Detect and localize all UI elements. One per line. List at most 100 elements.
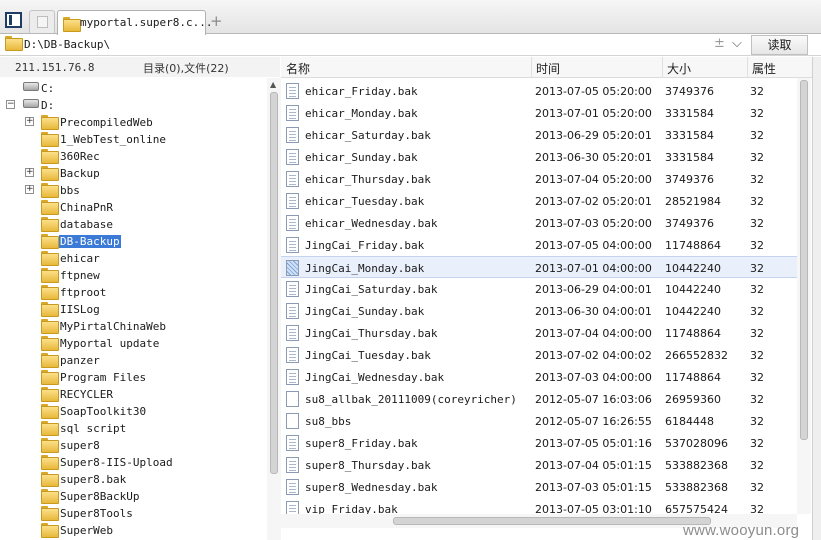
file-list-vscrollbar[interactable] — [797, 78, 811, 514]
tree-label: DB-Backup — [59, 235, 121, 248]
column-attr[interactable]: 属性 — [752, 60, 776, 77]
tree-folder[interactable]: super8.bak — [0, 471, 260, 488]
collapse-icon[interactable]: − — [6, 100, 15, 109]
file-row[interactable]: JingCai_Thursday.bak 2013-07-04 04:00:00 1… — [281, 322, 797, 344]
tree-folder[interactable]: super8 — [0, 437, 260, 454]
panel-toggle-icon[interactable] — [5, 12, 22, 28]
tree-folder[interactable]: Super8BackUp — [0, 488, 260, 505]
tab-active[interactable]: myportal.super8.c... — [57, 10, 212, 35]
tree-label: sql script — [60, 422, 127, 435]
file-size: 11748864 — [665, 239, 721, 252]
file-row[interactable]: JingCai_Friday.bak 2013-07-05 04:00:00 117… — [281, 234, 797, 256]
tree-folder[interactable]: Program Files — [0, 369, 260, 386]
scroll-thumb[interactable] — [393, 517, 711, 525]
tree-folder[interactable]: 1_WebTest_online — [0, 131, 260, 148]
tree-folder[interactable]: database — [0, 216, 260, 233]
column-divider[interactable] — [662, 57, 663, 78]
tab-blank[interactable] — [29, 10, 55, 33]
file-row[interactable]: ehicar_Wednesday.bak 2013-07-03 05:20:00 3… — [281, 212, 797, 234]
tree-label: Super8Tools — [60, 507, 133, 520]
folder-icon — [41, 455, 59, 470]
tree-scrollbar[interactable]: ▲ — [267, 78, 281, 540]
column-size[interactable]: 大小 — [667, 60, 691, 77]
file-row[interactable]: ehicar_Saturday.bak 2013-06-29 05:20:01 33… — [281, 124, 797, 146]
file-row[interactable]: super8_Friday.bak 2013-07-05 05:01:16 5370… — [281, 432, 797, 454]
tree-folder[interactable]: Super8Tools — [0, 505, 260, 522]
column-name[interactable]: 名称 — [286, 60, 310, 77]
file-attr: 32 — [750, 393, 764, 406]
tree-label: Backup — [60, 167, 100, 180]
path-input[interactable]: D:\DB-Backup\ — [24, 38, 110, 51]
file-attr: 32 — [750, 217, 764, 230]
plus-minus-icon[interactable]: ± — [714, 36, 725, 51]
scroll-thumb[interactable] — [270, 92, 278, 474]
tree-folder[interactable]: Super8-IIS-Upload — [0, 454, 260, 471]
tree-folder[interactable]: panzer — [0, 352, 260, 369]
file-time: 2012-05-07 16:03:06 — [535, 393, 652, 406]
file-attr: 32 — [750, 349, 764, 362]
expand-icon[interactable]: + — [25, 168, 34, 177]
tree-folder[interactable]: SoapToolkit30 — [0, 403, 260, 420]
column-divider[interactable] — [531, 57, 532, 78]
tree-folder[interactable]: ehicar — [0, 250, 260, 267]
file-row[interactable]: vip_Friday.bak 2013-07-05 03:01:10 6575754… — [281, 498, 797, 514]
tree-folder[interactable]: IISLog — [0, 301, 260, 318]
file-row[interactable]: ehicar_Friday.bak 2013-07-05 05:20:00 3749… — [281, 80, 797, 102]
tree-folder[interactable]: + PrecompiledWeb — [0, 114, 260, 131]
expand-icon[interactable]: + — [25, 117, 34, 126]
file-time: 2013-06-29 05:20:01 — [535, 129, 652, 142]
tree-folder[interactable]: Myportal update — [0, 335, 260, 352]
expand-icon[interactable]: + — [25, 185, 34, 194]
tree-drive-d[interactable]: − D: — [0, 97, 260, 114]
file-attr: 32 — [750, 107, 764, 120]
file-row[interactable]: ehicar_Thursday.bak 2013-07-04 05:20:00 37… — [281, 168, 797, 190]
scroll-thumb[interactable] — [800, 80, 808, 440]
tree-folder[interactable]: DB-Backup — [0, 233, 260, 250]
tree-folder[interactable]: + bbs — [0, 182, 260, 199]
tree-label: ftproot — [60, 286, 107, 299]
tree-label: PrecompiledWeb — [60, 116, 153, 129]
column-divider[interactable] — [747, 57, 748, 78]
file-attr: 32 — [750, 239, 764, 252]
file-row[interactable]: su8_allbak_20111009(coreyricher) 2012-05-… — [281, 388, 797, 410]
file-row[interactable]: JingCai_Tuesday.bak 2013-07-02 04:00:02 26… — [281, 344, 797, 366]
file-row[interactable]: JingCai_Sunday.bak 2013-06-30 04:00:01 104… — [281, 300, 797, 322]
file-row[interactable]: super8_Wednesday.bak 2013-07-03 05:01:15 5… — [281, 476, 797, 498]
file-time: 2013-07-03 04:00:00 — [535, 371, 652, 384]
file-attr: 32 — [750, 503, 764, 514]
folder-icon — [41, 387, 59, 402]
file-row[interactable]: su8_bbs 2012-05-07 16:26:55 6184448 32 — [281, 410, 797, 432]
tree-folder[interactable]: ftpnew — [0, 267, 260, 284]
file-row[interactable]: JingCai_Saturday.bak 2013-06-29 04:00:01 1… — [281, 278, 797, 300]
chevron-down-icon[interactable]: ⌵ — [732, 36, 742, 51]
file-attr: 32 — [750, 151, 764, 164]
file-size: 3331584 — [665, 151, 714, 164]
file-row[interactable]: JingCai_Monday.bak 2013-07-01 04:00:00 104… — [281, 256, 797, 278]
scroll-up-icon[interactable]: ▲ — [270, 80, 276, 89]
folder-icon — [41, 302, 59, 317]
file-row[interactable]: ehicar_Sunday.bak 2013-06-30 05:20:01 3331… — [281, 146, 797, 168]
tree-folder[interactable]: + Backup — [0, 165, 260, 182]
file-row[interactable]: JingCai_Wednesday.bak 2013-07-03 04:00:00… — [281, 366, 797, 388]
tree-folder[interactable]: 360Rec — [0, 148, 260, 165]
new-tab-icon[interactable]: + — [210, 12, 223, 30]
file-row[interactable]: super8_Thursday.bak 2013-07-04 05:01:15 53… — [281, 454, 797, 476]
file-list: ehicar_Friday.bak 2013-07-05 05:20:00 3749… — [281, 80, 797, 514]
folder-icon — [41, 166, 59, 181]
tree-folder[interactable]: ftproot — [0, 284, 260, 301]
file-name: vip_Friday.bak — [305, 503, 398, 514]
file-icon — [286, 435, 299, 451]
tree-drive-c[interactable]: C: — [0, 80, 260, 97]
read-button[interactable]: 读取 — [751, 35, 808, 55]
folder-icon — [41, 489, 59, 504]
file-row[interactable]: ehicar_Tuesday.bak 2013-07-02 05:20:01 285… — [281, 190, 797, 212]
tree-folder[interactable]: MyPirtalChinaWeb — [0, 318, 260, 335]
file-row[interactable]: ehicar_Monday.bak 2013-07-01 05:20:00 3331… — [281, 102, 797, 124]
tree-folder[interactable]: RECYCLER — [0, 386, 260, 403]
tree-folder[interactable]: ChinaPnR — [0, 199, 260, 216]
tree-folder[interactable]: SuperWeb — [0, 522, 260, 539]
file-name: JingCai_Monday.bak — [305, 262, 425, 275]
file-icon — [286, 237, 299, 253]
column-time[interactable]: 时间 — [536, 60, 560, 77]
tree-folder[interactable]: sql script — [0, 420, 260, 437]
